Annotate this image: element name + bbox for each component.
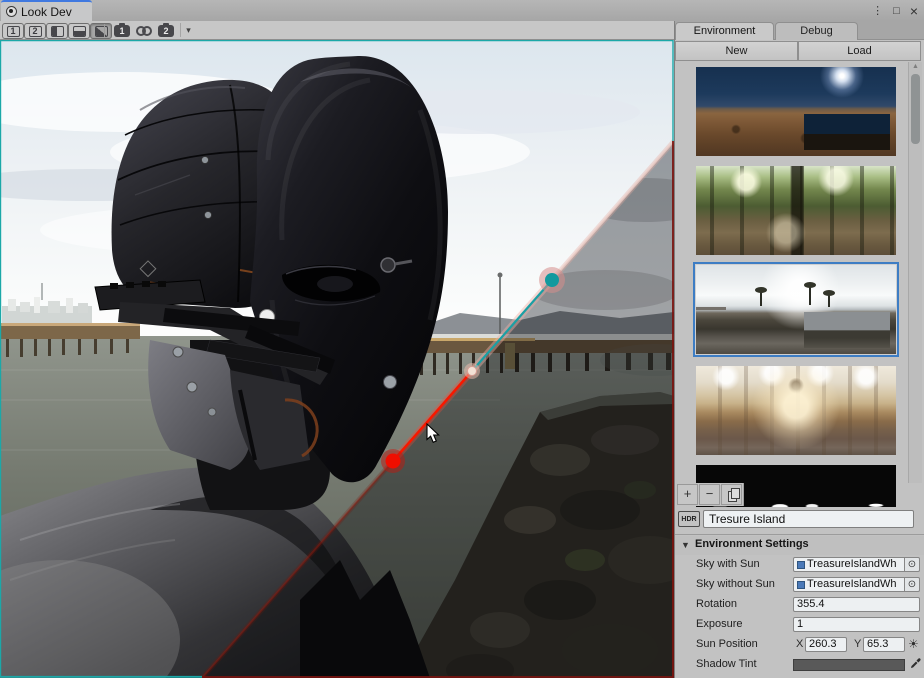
duplicate-icon <box>728 491 737 502</box>
scroll-up-icon[interactable]: ▲ <box>912 63 919 70</box>
split-vertical-icon <box>52 27 58 36</box>
hdri-thumbnail-church[interactable] <box>696 366 896 455</box>
sky-with-sun-label: Sky with Sun <box>696 558 760 570</box>
cubemap-icon <box>797 561 805 569</box>
title-bar: Look Dev ⋮ □ × <box>0 0 924 21</box>
sky-with-sun-object-field[interactable]: TreasureIslandWh <box>793 557 905 572</box>
window-maximize-icon[interactable]: □ <box>893 5 900 17</box>
exposure-label: Exposure <box>696 618 742 630</box>
gizmo-shadow-handle[interactable] <box>386 454 401 469</box>
environment-panel: Environment Debug New Load ▲ + − <box>674 21 924 678</box>
tab-label: Look Dev <box>21 5 72 19</box>
rotation-label: Rotation <box>696 598 737 610</box>
rotation-row: Rotation 355.4 <box>675 595 924 615</box>
sun-x-label: X <box>796 638 803 650</box>
split-vertical-button[interactable] <box>46 23 68 39</box>
load-button[interactable]: Load <box>798 41 921 61</box>
divider <box>675 534 924 535</box>
scrollbar-thumb[interactable] <box>911 74 920 144</box>
tab-debug[interactable]: Debug <box>775 22 858 40</box>
viewport-scene[interactable] <box>0 40 674 678</box>
cubemap-icon <box>797 581 805 589</box>
sky-without-sun-object-field[interactable]: TreasureIslandWh <box>793 577 905 592</box>
thumbnail-pier <box>696 307 726 310</box>
lookdev-viewport: 1 2 1 2 ▾ <box>0 21 674 678</box>
sky-without-sun-label: Sky without Sun <box>696 578 775 590</box>
hdri-thumbnail-inset <box>804 312 890 348</box>
single-view-2-button[interactable]: 2 <box>24 23 46 39</box>
palm-tree <box>760 292 762 306</box>
sun-y-input[interactable]: 65.3 <box>863 637 905 652</box>
sun-position-label: Sun Position <box>696 638 758 650</box>
palm-tree <box>809 287 811 305</box>
sun-y-label: Y <box>854 638 861 650</box>
environment-1-badge[interactable]: 1 <box>114 25 130 37</box>
object-picker-icon[interactable]: ⊙ <box>904 577 920 592</box>
split-diagonal-button[interactable] <box>90 23 112 39</box>
add-environment-button[interactable]: + <box>677 484 698 505</box>
hdr-name-row: HDR <box>675 507 924 534</box>
window-menu-icon[interactable]: ⋮ <box>872 4 883 17</box>
eyedropper-icon[interactable] <box>910 658 921 672</box>
hdri-thumbnail-forest[interactable] <box>696 166 896 255</box>
hdr-badge: HDR <box>678 511 700 527</box>
gizmo-sun-handle[interactable] <box>545 273 559 287</box>
list-tools: + − <box>675 483 744 506</box>
hdri-thumbnail-inset <box>804 114 890 150</box>
split-horizontal-button[interactable] <box>68 23 90 39</box>
sun-x-input[interactable]: 260.3 <box>805 637 847 652</box>
thumbnail-scrollbar[interactable]: ▲ <box>908 62 922 483</box>
sun-icon[interactable]: ☀ <box>908 637 919 651</box>
window-close-icon[interactable]: × <box>910 6 918 16</box>
rotation-input[interactable]: 355.4 <box>793 597 920 612</box>
exposure-input[interactable]: 1 <box>793 617 920 632</box>
viewport-toolbar: 1 2 1 2 ▾ <box>0 21 674 40</box>
single-view-1-button[interactable]: 1 <box>2 23 24 39</box>
duplicate-environment-button[interactable] <box>721 484 742 505</box>
remove-environment-button[interactable]: − <box>699 484 720 505</box>
tab-look-dev[interactable]: Look Dev <box>1 0 92 21</box>
tab-environment[interactable]: Environment <box>675 22 774 40</box>
palm-tree <box>828 295 830 307</box>
toolbar-separator <box>104 24 105 37</box>
object-picker-icon[interactable]: ⊙ <box>904 557 920 572</box>
hdri-thumbnail-treasure-island[interactable] <box>696 265 896 354</box>
environment-name-input[interactable] <box>703 510 914 528</box>
sun-position-row: Sun Position X 260.3 Y 65.3 ☀ <box>675 635 924 655</box>
new-button[interactable]: New <box>675 41 798 61</box>
sky-with-sun-row: Sky with Sun TreasureIslandWh ⊙ <box>675 555 924 575</box>
hdri-thumbnail-canyon[interactable] <box>696 67 896 156</box>
shadow-tint-row: Shadow Tint <box>675 655 924 675</box>
environment-2-badge[interactable]: 2 <box>158 25 174 37</box>
split-horizontal-icon <box>74 31 85 36</box>
sky-without-sun-row: Sky without Sun TreasureIslandWh ⊙ <box>675 575 924 595</box>
shadow-tint-label: Shadow Tint <box>696 658 757 670</box>
panel-tab-bar: Environment Debug <box>675 21 924 40</box>
foldout-triangle-icon[interactable]: ▼ <box>681 540 690 550</box>
lookdev-eye-icon <box>6 6 17 17</box>
chevron-down-icon[interactable]: ▾ <box>180 23 196 37</box>
exposure-row: Exposure 1 <box>675 615 924 635</box>
shadow-tint-swatch[interactable] <box>793 659 905 671</box>
link-environments-icon[interactable] <box>136 26 152 36</box>
environment-settings-header[interactable]: ▼ Environment Settings <box>675 536 924 555</box>
lookdev-window: Look Dev ⋮ □ × 1 2 1 2 ▾ <box>0 0 924 678</box>
